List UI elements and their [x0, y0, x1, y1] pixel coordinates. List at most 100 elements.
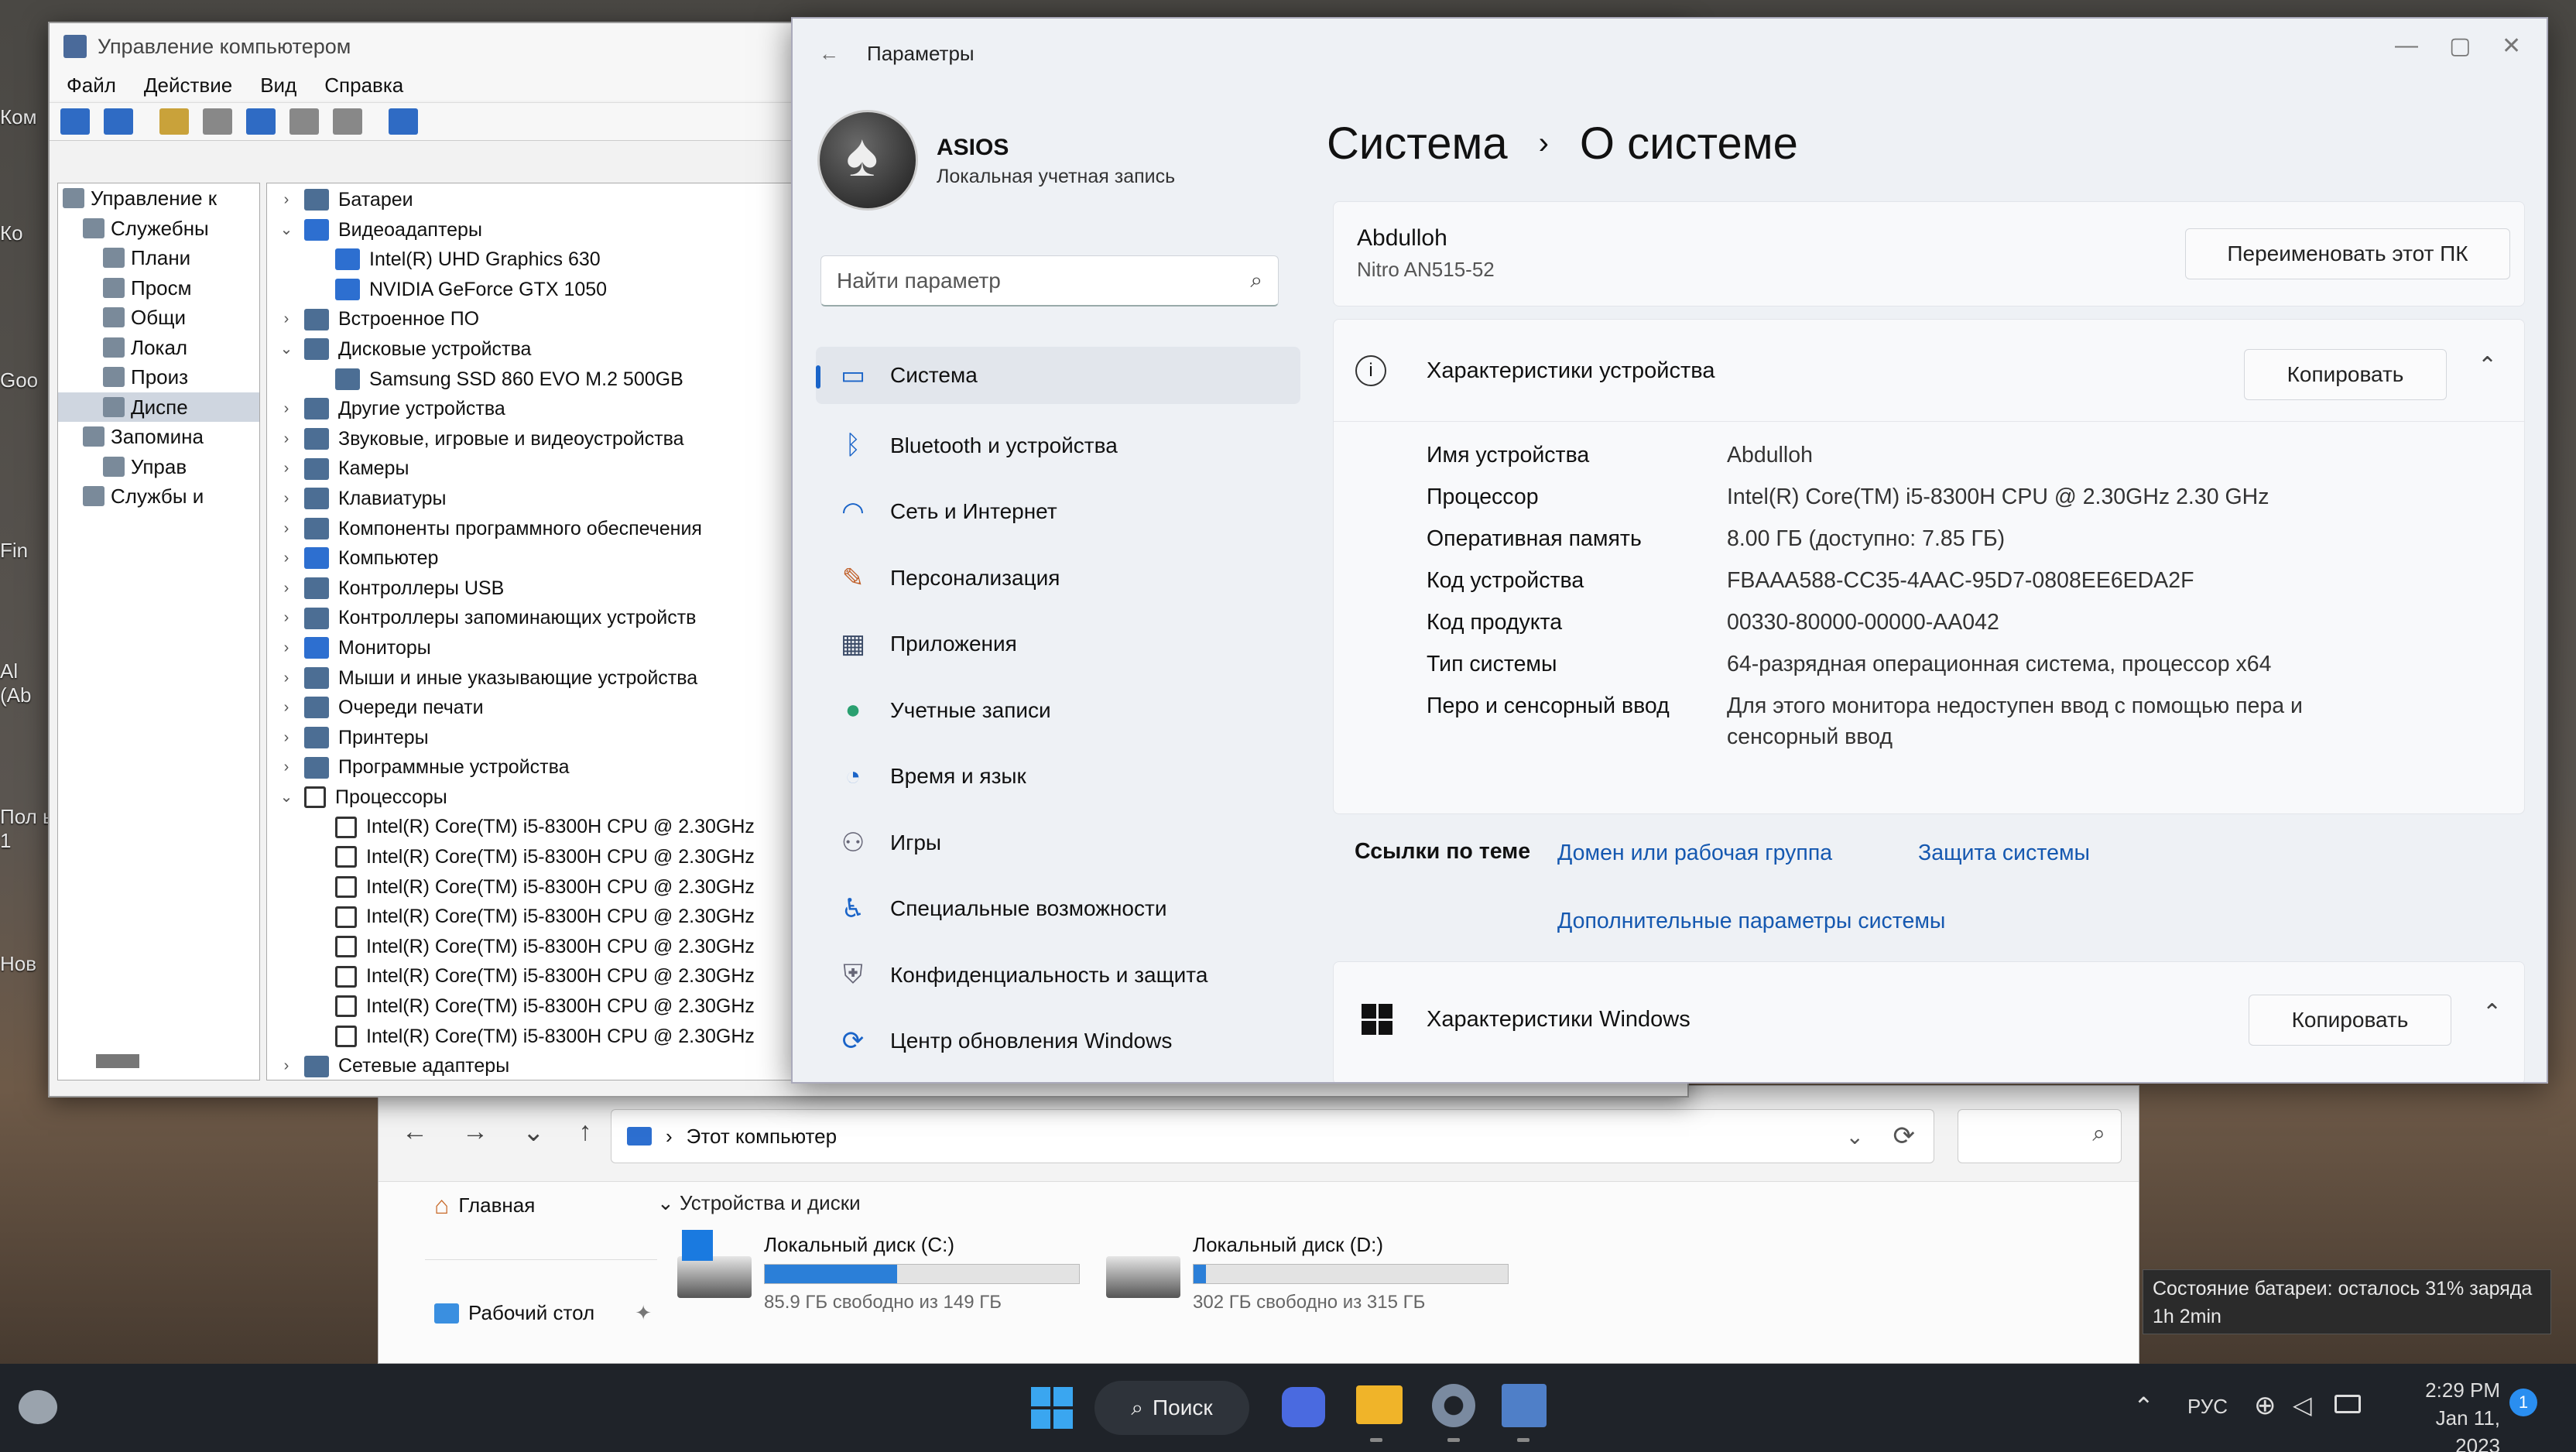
desktop-icon-label[interactable]: Пол ь 1 — [0, 805, 54, 853]
copy-windows-button[interactable]: Копировать — [2249, 995, 2451, 1046]
console-tree-item[interactable]: Управление к — [58, 183, 259, 214]
desktop-icon-label[interactable]: Goo — [0, 368, 54, 392]
folder-up-icon[interactable] — [159, 108, 189, 135]
nav-item[interactable]: ✎ Персонализация — [816, 545, 1300, 611]
printer-icon[interactable] — [333, 108, 362, 135]
chevron-right-icon[interactable]: › — [278, 574, 295, 604]
chevron-right-icon[interactable]: › — [278, 543, 295, 574]
drive-d[interactable]: Локальный диск (D:) 302 ГБ свободно из 3… — [1106, 1230, 1509, 1315]
group-header[interactable]: ⌄ Устройства и диски — [657, 1191, 861, 1215]
weather-widget-icon[interactable] — [19, 1390, 57, 1424]
link-domain-workgroup[interactable]: Домен или рабочая группа — [1557, 841, 1832, 866]
recent-chevron-icon[interactable]: ⌄ — [522, 1117, 545, 1148]
refresh-icon[interactable]: ⟳ — [1893, 1121, 1916, 1152]
spec-value[interactable]: 64-разрядная операционная система, проце… — [1727, 643, 2424, 685]
back-icon[interactable] — [60, 108, 90, 135]
taskbar-search[interactable]: ⌕ Поиск — [1094, 1381, 1249, 1435]
monitor-icon[interactable] — [389, 108, 418, 135]
menu-action[interactable]: Действие — [144, 74, 232, 98]
menu-file[interactable]: Файл — [67, 74, 116, 98]
chevron-right-icon[interactable]: › — [278, 633, 295, 663]
chevron-up-icon[interactable]: ⌃ — [2482, 999, 2502, 1026]
spec-value[interactable]: Intel(R) Core(TM) i5-8300H CPU @ 2.30GHz… — [1727, 476, 2424, 518]
computer-management-taskbar-icon[interactable] — [1502, 1384, 1547, 1427]
back-arrow-icon[interactable]: ← — [819, 42, 839, 66]
console-tree-item[interactable]: Общи — [58, 303, 259, 333]
chevron-right-icon[interactable]: › — [278, 304, 295, 334]
menu-view[interactable]: Вид — [260, 74, 296, 98]
up-arrow-icon[interactable]: ↑ — [579, 1117, 592, 1148]
minimize-icon[interactable]: — — [2395, 33, 2418, 59]
nav-item[interactable]: ◔ Время и язык — [816, 744, 1300, 810]
breadcrumb-parent[interactable]: Система — [1327, 118, 1508, 170]
volume-icon[interactable]: ◁ — [2293, 1390, 2312, 1419]
chevron-up-icon[interactable]: ⌃ — [2478, 352, 2497, 379]
rename-pc-button[interactable]: Переименовать этот ПК — [2185, 228, 2510, 279]
forward-icon[interactable] — [104, 108, 133, 135]
address-dropdown-icon[interactable]: ⌄ — [1846, 1124, 1864, 1149]
explorer-search-input[interactable]: ⌕ — [1958, 1109, 2122, 1163]
desktop-icon-label[interactable]: Al (Ab — [0, 659, 54, 707]
address-bar[interactable]: › Этот компьютер ⌄ ⟳ — [611, 1109, 1934, 1163]
tray-overflow-chevron-icon[interactable]: ⌃ — [2133, 1392, 2154, 1421]
help-icon[interactable] — [246, 108, 276, 135]
desktop-icon-label[interactable]: Ко — [0, 221, 54, 245]
chevron-right-icon[interactable]: › — [278, 693, 295, 723]
chevron-right-icon[interactable]: › — [278, 752, 295, 783]
menu-help[interactable]: Справка — [324, 74, 403, 98]
settings-search-input[interactable]: Найти параметр ⌕ — [820, 255, 1279, 306]
chevron-right-icon[interactable]: › — [278, 394, 295, 424]
forward-arrow-icon[interactable]: → — [462, 1117, 488, 1148]
show-hide-tree-icon[interactable] — [203, 108, 232, 135]
spec-value[interactable]: Для этого монитора недоступен ввод с пом… — [1727, 685, 2362, 752]
console-tree-item[interactable]: Запомина — [58, 422, 259, 452]
console-tree-item[interactable]: Плани — [58, 243, 259, 273]
spec-value[interactable]: 00330-80000-00000-AA042 — [1727, 601, 2424, 643]
desktop-icon-label[interactable]: Ком — [0, 105, 54, 129]
nav-item[interactable]: ● Учетные записи — [816, 677, 1300, 744]
console-tree-item[interactable]: Произ — [58, 362, 259, 392]
drive-c[interactable]: Локальный диск (C:) 85.9 ГБ свободно из … — [677, 1230, 1080, 1315]
clock[interactable]: 2:29 PM Jan 11, 2023 — [2392, 1376, 2500, 1452]
windows-specs-card[interactable]: Характеристики Windows Копировать ⌃ — [1333, 961, 2525, 1082]
pin-icon[interactable]: ✦ — [635, 1301, 652, 1325]
network-globe-icon[interactable]: ⊕ — [2254, 1390, 2276, 1421]
console-tree-item[interactable]: Служебны — [58, 214, 259, 244]
link-system-protection[interactable]: Защита системы — [1918, 841, 2090, 866]
teams-chat-icon[interactable] — [1282, 1387, 1325, 1427]
desktop-icon-label[interactable]: Fin — [0, 539, 54, 563]
chevron-right-icon[interactable]: › — [278, 603, 295, 633]
console-tree-item[interactable]: Просм — [58, 273, 259, 303]
chevron-right-icon[interactable]: › — [278, 484, 295, 514]
nav-item[interactable]: ⚇ Игры — [816, 810, 1300, 876]
back-arrow-icon[interactable]: ← — [402, 1117, 428, 1148]
console-tree-item[interactable]: Диспе — [58, 392, 259, 422]
chevron-right-icon[interactable]: › — [278, 663, 295, 693]
spec-value[interactable]: FBAAA588-CC35-4AAC-95D7-0808EE6EDA2F — [1727, 560, 2424, 601]
user-avatar[interactable] — [817, 110, 918, 211]
nav-item[interactable]: ▦ Приложения — [816, 611, 1300, 678]
sidebar-item-desktop[interactable]: Рабочий стол ✦ — [434, 1301, 652, 1325]
start-button[interactable] — [1031, 1387, 1073, 1429]
nav-item[interactable]: ♿ Специальные возможности — [816, 876, 1300, 943]
console-tree-item[interactable]: Службы и — [58, 481, 259, 512]
maximize-icon[interactable]: ▢ — [2449, 33, 2471, 60]
settings-titlebar[interactable]: ← Параметры — [819, 42, 975, 66]
copy-specs-button[interactable]: Копировать — [2244, 349, 2447, 400]
chevron-right-icon[interactable]: › — [278, 424, 295, 454]
sidebar-item-home[interactable]: ⌂ Главная — [434, 1191, 535, 1220]
nav-item[interactable]: ⟳ Центр обновления Windows — [816, 1009, 1300, 1075]
desktop-icon-label[interactable]: Нов — [0, 952, 54, 976]
nav-item[interactable]: ᛒ Bluetooth и устройства — [816, 413, 1300, 479]
chevron-down-icon[interactable]: ⌄ — [278, 334, 295, 365]
nav-item[interactable]: ◠ Сеть и Интернет — [816, 479, 1300, 546]
notification-badge[interactable]: 1 — [2509, 1389, 2537, 1416]
chevron-right-icon[interactable]: › — [278, 185, 295, 215]
battery-icon[interactable] — [2334, 1395, 2361, 1413]
chevron-right-icon[interactable]: › — [278, 514, 295, 544]
settings-gear-taskbar-icon[interactable] — [1432, 1384, 1475, 1427]
close-icon[interactable]: ✕ — [2502, 33, 2521, 60]
nav-item[interactable]: ⛨ Конфиденциальность и защита — [816, 942, 1300, 1009]
chevron-right-icon[interactable]: › — [278, 723, 295, 753]
properties-icon[interactable] — [289, 108, 319, 135]
